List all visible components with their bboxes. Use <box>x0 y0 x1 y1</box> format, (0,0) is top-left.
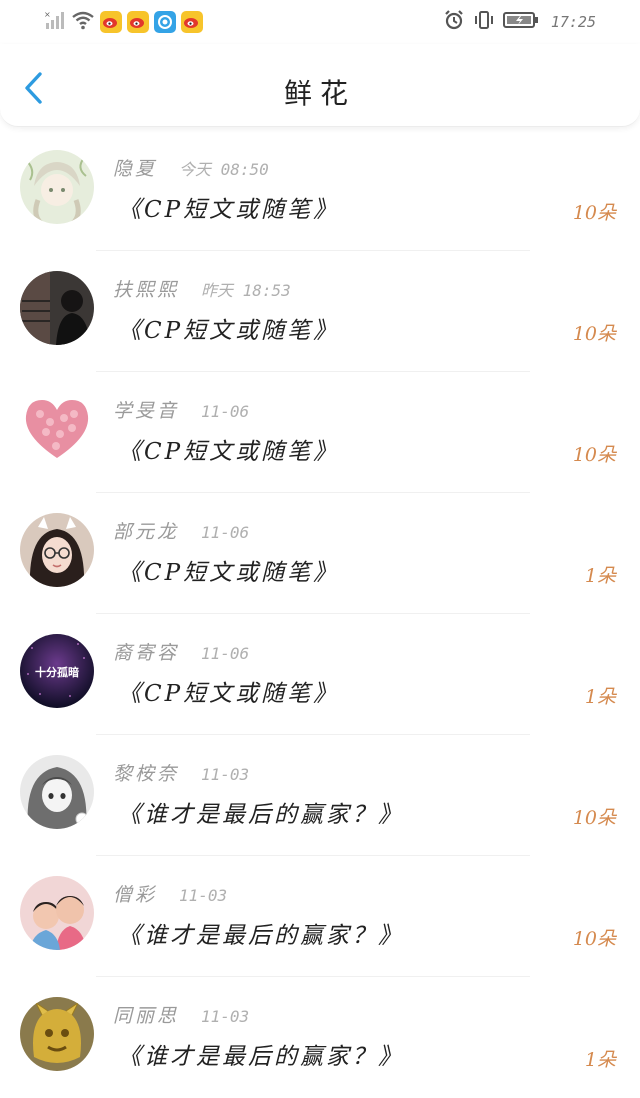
record-time: 11-03 <box>179 886 228 905</box>
flower-count: 10朵 <box>572 807 616 829</box>
sender-name: 黎桉奈 <box>113 763 180 785</box>
sender-name: 扶熙熙 <box>113 279 180 301</box>
flower-count: 10朵 <box>572 323 616 345</box>
status-clock: 17:25 <box>550 13 596 31</box>
list-item[interactable]: 部元龙 11-06 《CP短文或随笔》 1朵 <box>0 493 640 614</box>
list-item[interactable]: 僧彩 11-03 《谁才是最后的赢家？》 10朵 <box>0 856 640 977</box>
sender-name: 学旻音 <box>113 400 180 422</box>
list-item[interactable]: 扶熙熙 昨天 18:53 《CP短文或随笔》 10朵 <box>0 251 640 372</box>
record-meta: 裔寄容 11-06 <box>113 638 249 665</box>
sender-name: 隐夏 <box>113 158 158 180</box>
record-meta: 同丽思 11-03 <box>113 1001 249 1028</box>
flower-count: 1朵 <box>584 686 616 708</box>
work-title[interactable]: 《CP短文或随笔》 <box>118 311 339 345</box>
record-time: 11-06 <box>201 523 250 542</box>
record-time: 11-03 <box>201 765 250 784</box>
status-bar-left: × <box>44 10 203 34</box>
sender-name: 同丽思 <box>113 1005 180 1027</box>
avatar[interactable] <box>20 997 94 1071</box>
record-meta: 隐夏 今天 08:50 <box>113 154 269 181</box>
work-title[interactable]: 《谁才是最后的赢家？》 <box>118 795 404 829</box>
weibo-icon <box>127 11 149 33</box>
wifi-icon <box>71 9 95 35</box>
sender-name: 裔寄容 <box>113 642 180 664</box>
record-meta: 扶熙熙 昨天 18:53 <box>113 275 291 302</box>
record-time: 昨天 18:53 <box>201 281 291 300</box>
status-bar: × 17:25 <box>0 0 640 44</box>
avatar[interactable] <box>20 755 94 829</box>
flower-list: 隐夏 今天 08:50 《CP短文或随笔》 10朵 扶熙熙 昨天 18:53 《… <box>0 130 640 1098</box>
avatar[interactable]: 十分孤暗 <box>20 634 94 708</box>
work-title[interactable]: 《CP短文或随笔》 <box>118 190 339 224</box>
flower-count: 10朵 <box>572 202 616 224</box>
list-item[interactable]: 隐夏 今天 08:50 《CP短文或随笔》 10朵 <box>0 130 640 251</box>
avatar[interactable] <box>20 513 94 587</box>
work-title[interactable]: 《CP短文或随笔》 <box>118 674 339 708</box>
record-time: 11-03 <box>201 1007 250 1026</box>
list-item[interactable]: 黎桉奈 11-03 《谁才是最后的赢家？》 10朵 <box>0 735 640 856</box>
list-item[interactable]: 十分孤暗 裔寄容 11-06 《CP短文或随笔》 1朵 <box>0 614 640 735</box>
alarm-icon <box>443 9 465 35</box>
status-bar-right: 17:25 <box>443 10 596 34</box>
battery-icon <box>502 10 539 34</box>
work-title[interactable]: 《CP短文或随笔》 <box>118 432 339 466</box>
record-meta: 部元龙 11-06 <box>113 517 249 544</box>
record-meta: 僧彩 11-03 <box>113 880 227 907</box>
avatar[interactable] <box>20 271 94 345</box>
vibrate-icon <box>473 9 495 35</box>
avatar[interactable] <box>20 876 94 950</box>
list-item[interactable]: 同丽思 11-03 《谁才是最后的赢家？》 1朵 <box>0 977 640 1098</box>
work-title[interactable]: 《谁才是最后的赢家？》 <box>118 916 404 950</box>
avatar[interactable] <box>20 150 94 224</box>
page-title: 鲜花 <box>283 77 356 110</box>
work-title[interactable]: 《谁才是最后的赢家？》 <box>118 1037 404 1071</box>
svg-text:×: × <box>44 10 51 19</box>
flower-count: 10朵 <box>572 928 616 950</box>
list-item[interactable]: 学旻音 11-06 《CP短文或随笔》 10朵 <box>0 372 640 493</box>
weibo-icon <box>181 11 203 33</box>
record-time: 11-06 <box>201 402 250 421</box>
record-time: 11-06 <box>201 644 250 663</box>
sender-name: 部元龙 <box>113 521 180 543</box>
signal-icon: × <box>44 9 66 35</box>
flower-count: 1朵 <box>584 1049 616 1071</box>
browser-icon <box>154 11 176 33</box>
work-title[interactable]: 《CP短文或随笔》 <box>118 553 339 587</box>
flower-count: 1朵 <box>584 565 616 587</box>
sender-name: 僧彩 <box>113 884 158 906</box>
record-meta: 学旻音 11-06 <box>113 396 249 423</box>
record-meta: 黎桉奈 11-03 <box>113 759 249 786</box>
avatar[interactable] <box>20 392 94 466</box>
record-time: 今天 08:50 <box>179 160 269 179</box>
nav-bar: 鲜花 <box>0 44 640 127</box>
weibo-icon <box>100 11 122 33</box>
avatar-caption: 十分孤暗 <box>35 665 79 679</box>
flower-count: 10朵 <box>572 444 616 466</box>
